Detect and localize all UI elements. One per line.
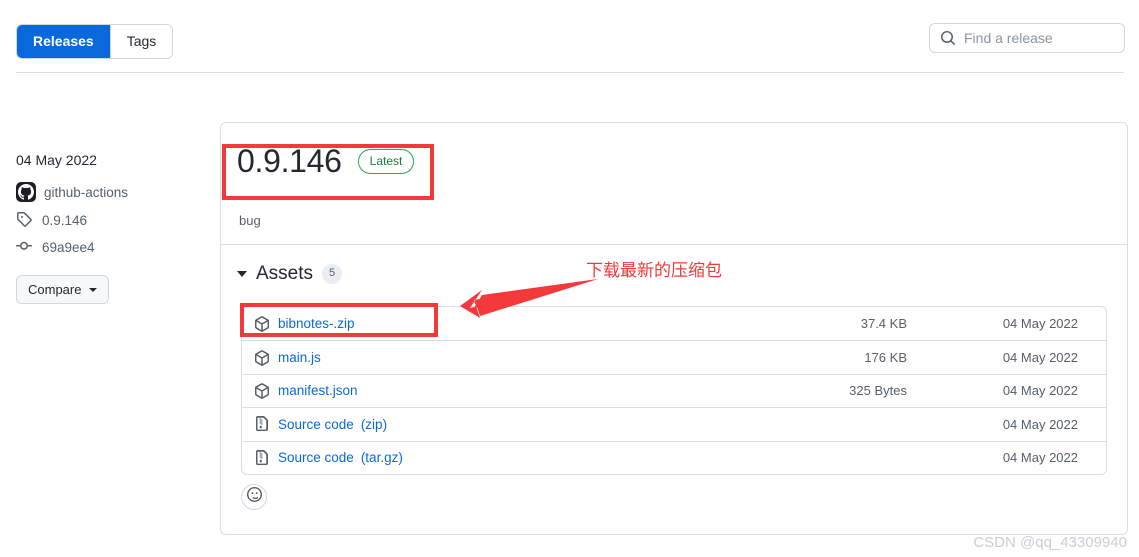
table-row[interactable]: main.js 176 KB 04 May 2022 [242,340,1106,373]
tab-tags[interactable]: Tags [109,25,173,58]
asset-name-link[interactable]: manifest.json [278,383,358,398]
release-tabs: Releases Tags [16,24,174,59]
package-icon [254,383,270,399]
release-version: 0.9.146 [237,143,342,179]
asset-name-link[interactable]: bibnotes-.zip [278,316,355,331]
assets-count-badge: 5 [322,264,343,284]
card-divider [221,244,1127,245]
release-title: 0.9.146 Latest [237,143,415,179]
search-input[interactable] [964,30,1114,46]
release-tag[interactable]: 0.9.146 [16,211,206,229]
file-zip-icon [254,416,270,432]
release-date: 04 May 2022 [16,152,97,168]
asset-date: 04 May 2022 [1002,450,1078,466]
assets-header[interactable]: Assets 5 [237,263,343,285]
asset-name-format: (tar.gz) [360,450,403,466]
release-author-name: github-actions [44,184,129,200]
asset-size: 37.4 KB [860,316,907,332]
asset-name-link[interactable]: main.js [278,350,321,365]
search-release-box[interactable] [929,23,1125,53]
github-mark-icon [16,182,36,202]
release-meta-sidebar: 04 May 2022 github-actions 0.9.146 69a9e… [16,152,206,304]
assets-list: bibnotes-.zip 37.4 KB 04 May 2022 main.j… [241,306,1107,475]
release-body: bug [239,213,261,228]
asset-date: 04 May 2022 [1002,416,1078,432]
table-row[interactable]: Source code (zip) 04 May 2022 [242,407,1106,440]
top-bar: Releases Tags [0,0,1139,78]
file-zip-icon [254,449,270,466]
tab-releases[interactable]: Releases [17,25,110,58]
assets-title: Assets [256,263,314,284]
compare-button-label: Compare [28,282,82,297]
search-icon [940,30,956,46]
table-row[interactable]: bibnotes-.zip 37.4 KB 04 May 2022 [242,307,1106,340]
package-icon [254,349,270,366]
chevron-down-icon [89,287,98,292]
asset-name-text: Source code [278,450,354,466]
watermark: CSDN @qq_43309940 [973,534,1127,551]
asset-size: 325 Bytes [849,383,907,399]
table-row[interactable]: manifest.json 325 Bytes 04 May 2022 [242,373,1106,407]
package-icon [254,315,270,332]
asset-name-format: (zip) [360,416,388,432]
asset-date: 04 May 2022 [1002,383,1078,399]
asset-name-link[interactable]: Source code (tar.gz) [278,450,403,465]
release-commit[interactable]: 69a9ee4 [16,238,206,256]
compare-button[interactable]: Compare [16,275,110,304]
release-commit-hash: 69a9ee4 [42,239,95,255]
asset-date: 04 May 2022 [1002,350,1078,366]
add-reaction-button[interactable] [241,484,267,510]
release-tag-name: 0.9.146 [42,212,88,228]
asset-name-text: Source code [278,416,354,432]
annotation-note: 下载最新的压缩包 [586,261,722,281]
release-author[interactable]: github-actions [16,182,206,202]
asset-size: 176 KB [864,350,907,366]
commit-icon [16,238,34,256]
release-card: 0.9.146 Latest bug Assets 5 bibnotes-.zi… [220,122,1128,535]
asset-name-link[interactable]: Source code (zip) [278,417,387,432]
latest-badge: Latest [357,148,415,174]
chevron-down-icon[interactable] [237,271,247,277]
asset-date: 04 May 2022 [1002,316,1078,332]
table-row[interactable]: Source code (tar.gz) 04 May 2022 [242,440,1106,474]
smiley-icon [246,487,262,507]
header-divider [16,72,1124,73]
tag-icon [16,211,34,229]
